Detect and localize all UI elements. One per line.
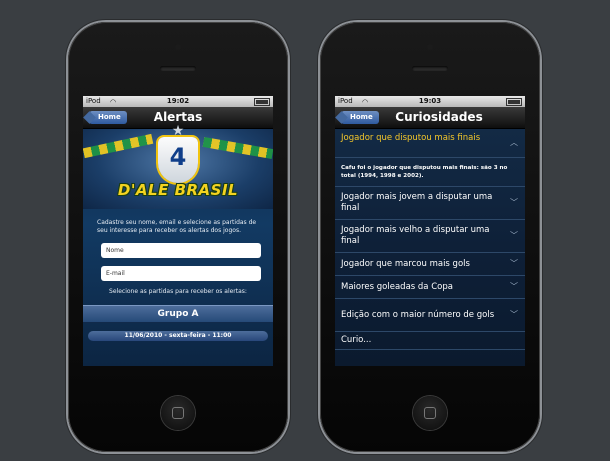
list-item[interactable]: Edição com o maior número de gols ﹀	[335, 299, 525, 332]
list-item-title: Jogador mais velho a disputar uma final	[341, 225, 490, 246]
clock: 19:03	[418, 97, 442, 105]
dale-brasil-logo: D'ALE BRASIL	[117, 181, 239, 199]
screen-curiosidades: iPod ◠ 19:03 Home Curiosidades Jogador q…	[335, 96, 525, 366]
camera-dot	[175, 44, 181, 50]
earpiece-speaker	[412, 66, 448, 71]
clock: 19:02	[166, 97, 190, 105]
earpiece-speaker	[160, 66, 196, 71]
chevron-down-icon: ﹀	[510, 231, 518, 240]
list-item-partial[interactable]: Curio...	[335, 332, 525, 350]
list-item-title: Jogador que marcou mais gols	[341, 258, 470, 269]
list-item-title: Maiores goleadas da Copa	[341, 281, 453, 292]
screen-alertas: iPod ◠ 19:02 Home Alertas ★ 4 D'ALE BRAS…	[83, 96, 273, 366]
group-header: Grupo A	[83, 305, 273, 323]
navigation-bar: Home Curiosidades	[335, 107, 525, 129]
shield-logo-icon: ★ 4	[158, 123, 198, 183]
ribbon-left	[83, 133, 154, 159]
list-item-title: Jogador mais jovem a disputar uma final	[341, 192, 493, 213]
alertas-content: ★ 4 D'ALE BRASIL Cadastre seu nome, emai…	[83, 123, 273, 366]
list-item-title: Curio...	[341, 335, 372, 345]
battery-icon	[506, 98, 522, 106]
status-bar: iPod ◠ 19:02	[83, 96, 273, 107]
camera-dot	[427, 44, 433, 50]
chevron-down-icon: ﹀	[510, 259, 518, 268]
list-item[interactable]: Jogador que marcou mais gols ﹀	[335, 253, 525, 276]
battery-icon	[254, 98, 270, 106]
list-item-title: Edição com o maior número de gols	[341, 309, 495, 320]
dale-brasil-banner: ★ 4 D'ALE BRASIL	[83, 123, 273, 209]
curiosidades-list: Jogador que disputou mais finais ︿ Cafu …	[335, 129, 525, 366]
collapsed-items: Jogador mais jovem a disputar uma final ﹀…	[335, 187, 525, 350]
page-title: Curiosidades	[395, 110, 483, 124]
email-field[interactable]: E-mail	[101, 266, 261, 281]
chevron-up-icon: ︿	[510, 138, 518, 147]
chevron-down-icon: ﹀	[510, 282, 518, 291]
iphone-device-left: iPod ◠ 19:02 Home Alertas ★ 4 D'ALE BRAS…	[68, 22, 288, 452]
list-item[interactable]: Jogador mais jovem a disputar uma final ﹀	[335, 187, 525, 220]
status-bar: iPod ◠ 19:03	[335, 96, 525, 107]
expanded-answer-text: Cafu foi o jogador que disputou mais fin…	[335, 158, 525, 187]
home-hardware-button[interactable]	[161, 396, 195, 430]
list-item-title: Jogador que disputou mais finais	[341, 133, 481, 143]
list-item[interactable]: Maiores goleadas da Copa ﹀	[335, 276, 525, 299]
name-field[interactable]: Nome	[101, 243, 261, 258]
iphone-device-right: iPod ◠ 19:03 Home Curiosidades Jogador q…	[320, 22, 540, 452]
star-icon: ★	[171, 123, 185, 139]
chevron-down-icon: ﹀	[510, 310, 518, 319]
chevron-down-icon: ﹀	[510, 198, 518, 207]
intro-text: Cadastre seu nome, email e selecione as …	[97, 219, 257, 234]
select-matches-text: Selecione as partidas para receber os al…	[109, 288, 247, 295]
list-item-expanded[interactable]: Jogador que disputou mais finais ︿	[335, 129, 525, 158]
ribbon-right	[202, 136, 273, 160]
match-item[interactable]: 11/06/2010 - sexta-feira - 11:00	[88, 331, 268, 341]
home-hardware-button[interactable]	[413, 396, 447, 430]
list-item[interactable]: Jogador mais velho a disputar uma final ﹀	[335, 220, 525, 253]
